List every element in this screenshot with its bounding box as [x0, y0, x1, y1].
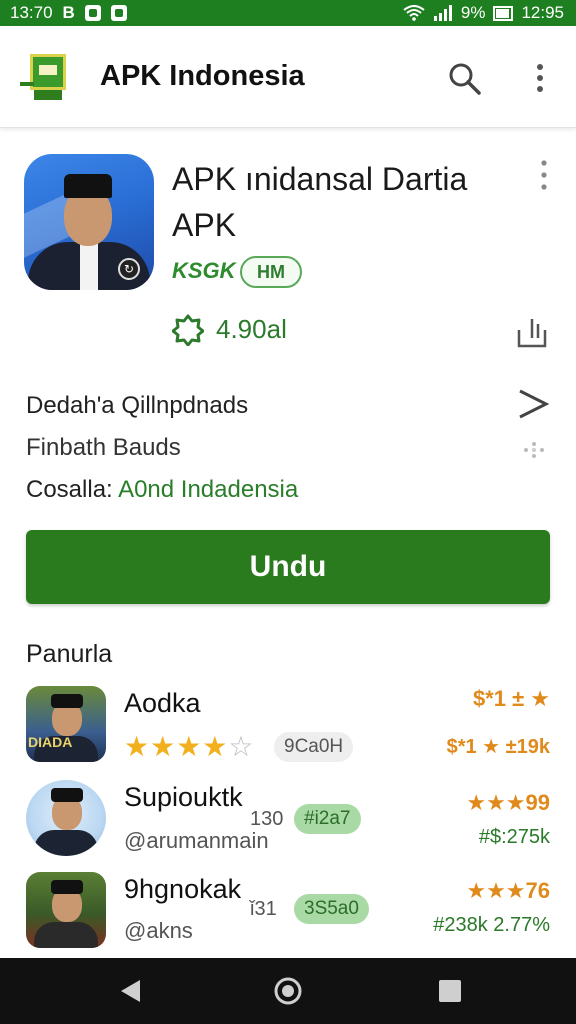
developer-tag: KSGK — [172, 258, 236, 283]
detail-value: A0nd Indadensia — [118, 476, 299, 503]
rating-gear-icon — [172, 314, 204, 346]
status-bar: 13:70 B 9% 12:95 — [0, 0, 576, 26]
status-right: 9% 12:95 — [403, 3, 564, 23]
system-nav-bar — [0, 958, 576, 1024]
list-item[interactable]: DIADA Aodka ★★★★☆ 9Ca0H $*1 ± ★ $*1 ★ ±1… — [0, 686, 576, 766]
verified-badge-icon: ↻ — [118, 258, 140, 280]
star-rating: ★★★★☆ — [124, 731, 255, 762]
list-item-stat-bottom: $*1 ★ ±19k — [446, 736, 550, 758]
detail-line-2: Finbath Bauds — [26, 434, 181, 461]
category-pill[interactable]: HM — [240, 256, 302, 288]
status-time: 12:95 — [521, 3, 564, 22]
share-icon[interactable] — [516, 316, 548, 348]
search-icon[interactable] — [446, 60, 482, 96]
list-item-stat-bottom: #238k 2.77% — [433, 914, 550, 936]
app-bar-title: APK Indonesia — [100, 60, 305, 92]
app-notification-icon — [110, 5, 127, 21]
recent-apps-icon[interactable] — [438, 979, 462, 1003]
list-item-chip: 3S5a0 — [294, 894, 369, 924]
app-more-icon[interactable] — [536, 158, 552, 192]
section-title: Panurla — [26, 640, 113, 668]
wifi-icon — [403, 5, 425, 21]
download-button[interactable]: Undu — [26, 530, 550, 604]
detail-label: Cosalla: — [26, 476, 113, 503]
detail-line-3: Cosalla: A0nd Indadensia — [26, 476, 298, 504]
notification-icon — [84, 5, 101, 21]
back-icon[interactable] — [118, 978, 144, 1004]
thumbnail-label: DIADA — [28, 734, 73, 750]
list-item-stat-top: $*1 ± ★ — [472, 686, 550, 711]
list-item[interactable]: 9hgnokak @akns ǐ31 3S5a0 ★★★76 #238k 2.7… — [0, 872, 576, 952]
list-item-title: 9hgnokak — [124, 874, 242, 904]
list-item-thumbnail — [26, 780, 106, 856]
detail-line-1: Dedah'a Qillnpdnads — [26, 392, 249, 419]
chevron-right-icon[interactable] — [514, 388, 550, 420]
overflow-menu-icon[interactable] — [530, 62, 550, 94]
list-item-chip: #i2a7 — [294, 804, 361, 834]
list-item-stat-top: ★★★99 — [466, 790, 550, 815]
list-item-stat-top: ★★★76 — [466, 878, 550, 903]
battery-percent: 9% — [460, 3, 486, 22]
status-letter: B — [62, 3, 75, 22]
app-name: APK ınidansal Dartia APK — [172, 161, 468, 243]
status-time-left: 13:70 — [10, 3, 53, 22]
status-left: 13:70 B — [10, 3, 127, 23]
list-item-thumbnail: DIADA — [26, 686, 106, 762]
home-icon[interactable] — [273, 976, 303, 1006]
list-item-subtitle: @akns — [124, 918, 193, 943]
list-item-subtitle: @arumanmain — [124, 828, 269, 853]
rating-value: 4.90al — [216, 314, 287, 344]
app-logo-icon — [20, 52, 74, 102]
signal-icon — [433, 5, 452, 21]
app-icon: ↻ — [24, 154, 154, 290]
list-item-number: ǐ31 — [250, 898, 277, 920]
list-item-chip: 9Ca0H — [274, 732, 354, 762]
list-item-title: Aodka — [124, 688, 201, 718]
list-item-stat-bottom: #$:275k — [478, 826, 550, 848]
list-item[interactable]: Supiouktk @arumanmain 130 #i2a7 ★★★99 #$… — [0, 780, 576, 860]
battery-icon — [493, 5, 514, 21]
list-item-thumbnail — [26, 872, 106, 948]
list-item-number: 130 — [250, 808, 284, 830]
app-bar: APK Indonesia — [0, 26, 576, 128]
dots-icon — [524, 442, 544, 458]
list-item-title: Supiouktk — [124, 782, 243, 812]
